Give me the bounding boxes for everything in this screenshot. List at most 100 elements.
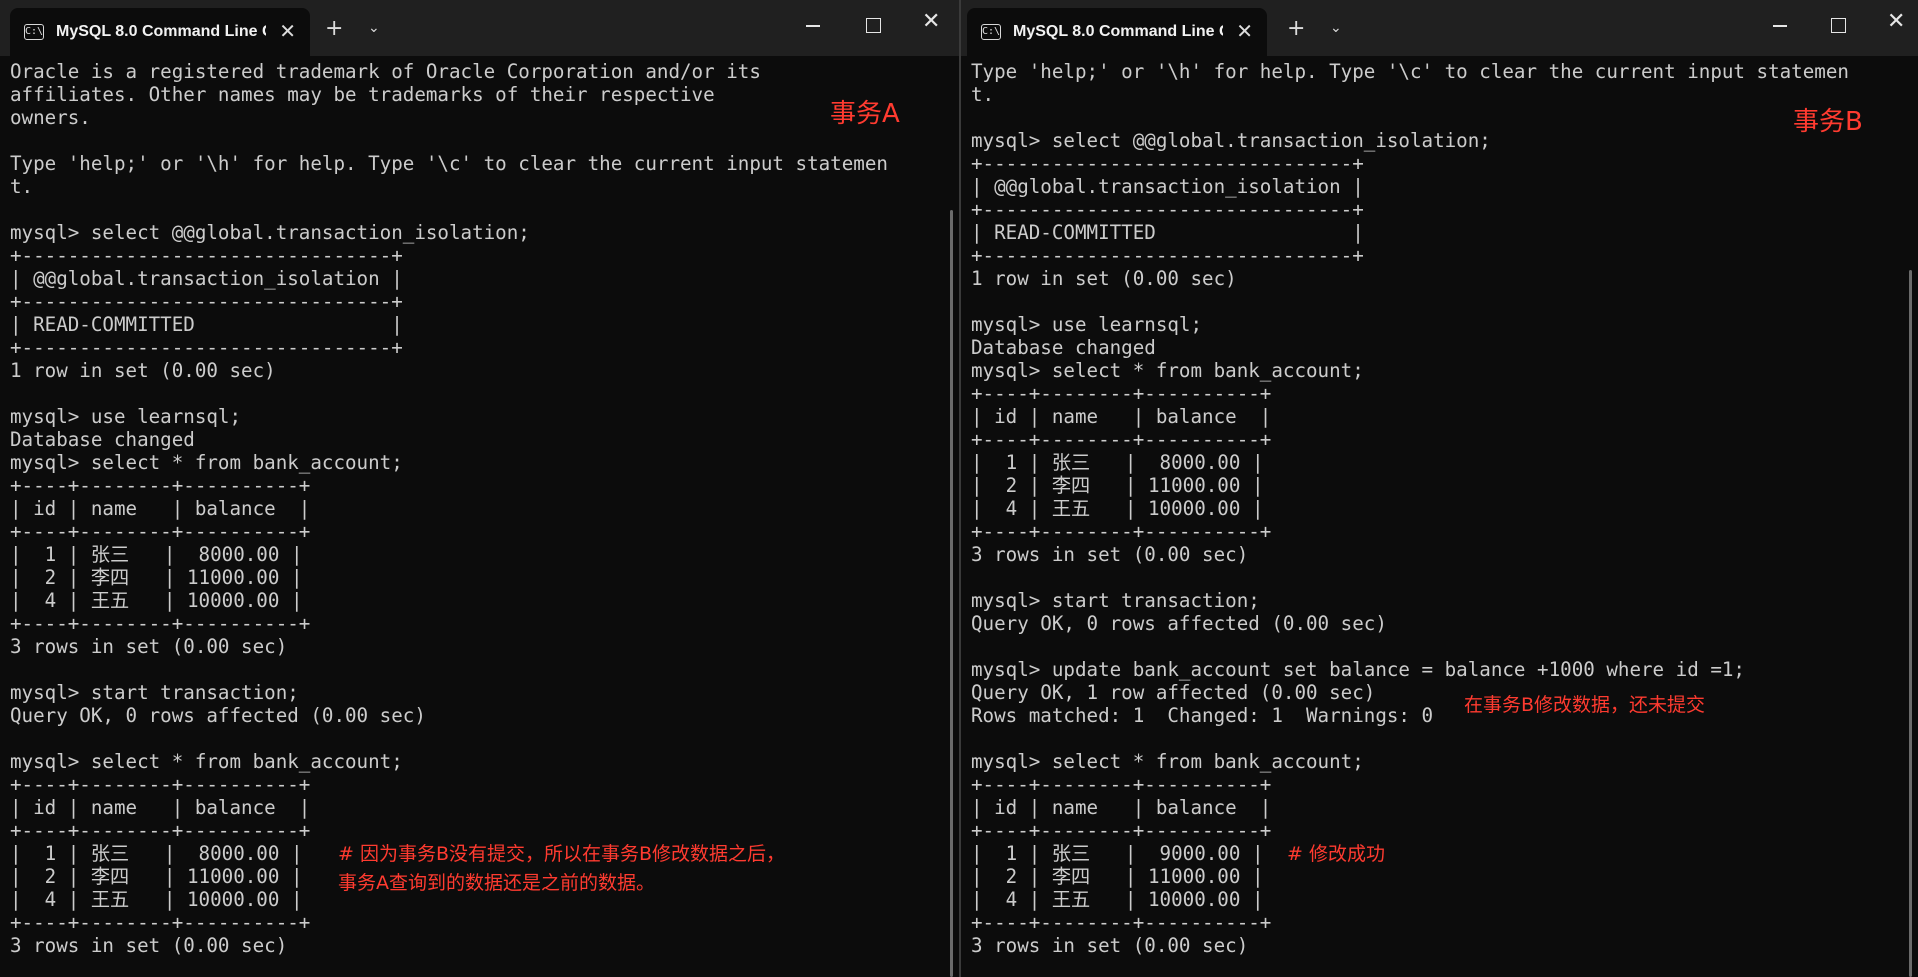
terminal-window-a: C:\ MySQL 8.0 Command Line C ✕ + ⌄ ✕ Ora… bbox=[0, 0, 959, 977]
terminal-line: +----+--------+----------+ bbox=[10, 773, 311, 796]
terminal-line: | id | name | balance | bbox=[971, 405, 1272, 428]
terminal-line: +----+--------+----------+ bbox=[971, 911, 1272, 934]
terminal-line: Database changed bbox=[10, 428, 195, 451]
terminal-line: +----+--------+----------+ bbox=[10, 612, 311, 635]
terminal-tab[interactable]: C:\ MySQL 8.0 Command Line C ✕ bbox=[10, 8, 310, 56]
tab-title: MySQL 8.0 Command Line C bbox=[56, 23, 266, 40]
new-tab-button[interactable]: + bbox=[325, 16, 343, 42]
terminal-output[interactable]: Type 'help;' or '\h' for help. Type '\c'… bbox=[971, 60, 1898, 977]
terminal-line: mysql> select @@global.transaction_isola… bbox=[971, 129, 1491, 152]
transaction-b-label: 事务B bbox=[1793, 107, 1863, 137]
terminal-line: +----+--------+----------+ bbox=[971, 773, 1272, 796]
terminal-line: | id | name | balance | bbox=[971, 796, 1272, 819]
terminal-line: mysql> select @@global.transaction_isola… bbox=[10, 221, 530, 244]
terminal-line: 1 row in set (0.00 sec) bbox=[10, 359, 276, 382]
terminal-line: | 1 | 张三 | 9000.00 | bbox=[971, 842, 1264, 865]
terminal-line: | 4 | 王五 | 10000.00 | bbox=[971, 497, 1264, 520]
annotation-note: # 因为事务B没有提交，所以在事务B修改数据之后， 事务A查询到的数据还是之前的… bbox=[338, 840, 785, 898]
minimize-button[interactable] bbox=[806, 14, 822, 36]
terminal-line: mysql> select * from bank_account; bbox=[10, 451, 403, 474]
terminal-line: | 1 | 张三 | 8000.00 | bbox=[10, 543, 303, 566]
terminal-line: 1 row in set (0.00 sec) bbox=[971, 267, 1237, 290]
terminal-line: t. bbox=[10, 175, 34, 198]
terminal-line: | READ-COMMITTED | bbox=[971, 221, 1364, 244]
scrollbar[interactable] bbox=[950, 210, 953, 977]
terminal-line: Query OK, 0 rows affected (0.00 sec) bbox=[971, 612, 1387, 635]
close-tab-icon[interactable]: ✕ bbox=[1236, 20, 1253, 42]
close-window-button[interactable]: ✕ bbox=[922, 11, 940, 33]
terminal-line: +----+--------+----------+ bbox=[10, 520, 311, 543]
terminal-line: mysql> start transaction; bbox=[10, 681, 299, 704]
terminal-line: +--------------------------------+ bbox=[971, 198, 1364, 221]
terminal-line: +----+--------+----------+ bbox=[10, 819, 311, 842]
maximize-button[interactable] bbox=[866, 18, 881, 33]
terminal-line: mysql> select * from bank_account; bbox=[971, 359, 1364, 382]
minimize-button[interactable] bbox=[1773, 14, 1789, 36]
terminal-line: Database changed bbox=[971, 336, 1156, 359]
terminal-line: | @@global.transaction_isolation | bbox=[10, 267, 403, 290]
terminal-window-b: C:\ MySQL 8.0 Command Line C ✕ + ⌄ ✕ Typ… bbox=[961, 0, 1918, 977]
terminal-line: +----+--------+----------+ bbox=[971, 382, 1272, 405]
transaction-a-label: 事务A bbox=[830, 99, 900, 129]
success-annotation: # 修改成功 bbox=[1287, 843, 1385, 865]
terminal-line: Rows matched: 1 Changed: 1 Warnings: 0 bbox=[971, 704, 1434, 727]
chevron-down-icon[interactable]: ⌄ bbox=[368, 20, 380, 36]
terminal-tab[interactable]: C:\ MySQL 8.0 Command Line C ✕ bbox=[967, 8, 1267, 56]
terminal-line: | id | name | balance | bbox=[10, 796, 311, 819]
terminal-line: mysql> select * from bank_account; bbox=[971, 750, 1364, 773]
terminal-line: | id | name | balance | bbox=[10, 497, 311, 520]
terminal-line: | 2 | 李四 | 11000.00 | bbox=[971, 474, 1264, 497]
terminal-line: | 1 | 张三 | 8000.00 | bbox=[971, 451, 1264, 474]
terminal-line: +----+--------+----------+ bbox=[10, 911, 311, 934]
terminal-line: | 2 | 李四 | 11000.00 | bbox=[971, 865, 1264, 888]
terminal-line: Type 'help;' or '\h' for help. Type '\c'… bbox=[971, 60, 1849, 83]
update-annotation: 在事务B修改数据，还未提交 bbox=[1464, 694, 1706, 716]
annotation-line: 事务A查询到的数据还是之前的数据。 bbox=[338, 872, 655, 894]
terminal-line: 3 rows in set (0.00 sec) bbox=[10, 934, 288, 957]
terminal-line: +----+--------+----------+ bbox=[10, 474, 311, 497]
terminal-line: Query OK, 1 row affected (0.00 sec) bbox=[971, 681, 1376, 704]
chevron-down-icon[interactable]: ⌄ bbox=[1330, 20, 1342, 36]
terminal-line: +----+--------+----------+ bbox=[971, 520, 1272, 543]
terminal-line: | 2 | 李四 | 11000.00 | bbox=[10, 566, 303, 589]
terminal-line: | 4 | 王五 | 10000.00 | bbox=[971, 888, 1264, 911]
terminal-line: 3 rows in set (0.00 sec) bbox=[10, 635, 288, 658]
terminal-line: | READ-COMMITTED | bbox=[10, 313, 403, 336]
terminal-line: Query OK, 0 rows affected (0.00 sec) bbox=[10, 704, 426, 727]
terminal-line: +----+--------+----------+ bbox=[971, 819, 1272, 842]
terminal-line: +--------------------------------+ bbox=[971, 244, 1364, 267]
terminal-line: mysql> use learnsql; bbox=[10, 405, 242, 428]
terminal-line: +--------------------------------+ bbox=[10, 336, 403, 359]
close-window-button[interactable]: ✕ bbox=[1887, 11, 1905, 33]
terminal-line: t. bbox=[971, 83, 995, 106]
terminal-line: affiliates. Other names may be trademark… bbox=[10, 83, 715, 106]
terminal-line: +--------------------------------+ bbox=[971, 152, 1364, 175]
terminal-line: mysql> update bank_account set balance =… bbox=[971, 658, 1745, 681]
terminal-line: Type 'help;' or '\h' for help. Type '\c'… bbox=[10, 152, 888, 175]
terminal-icon: C:\ bbox=[24, 24, 44, 40]
scrollbar[interactable] bbox=[1909, 270, 1912, 977]
terminal-line: | @@global.transaction_isolation | bbox=[971, 175, 1364, 198]
terminal-icon: C:\ bbox=[981, 24, 1001, 40]
terminal-line: 3 rows in set (0.00 sec) bbox=[971, 934, 1249, 957]
terminal-line: mysql> start transaction; bbox=[971, 589, 1260, 612]
terminal-line: Oracle is a registered trademark of Orac… bbox=[10, 60, 761, 83]
tab-title: MySQL 8.0 Command Line C bbox=[1013, 23, 1223, 40]
terminal-line: mysql> select * from bank_account; bbox=[10, 750, 403, 773]
terminal-line: 3 rows in set (0.00 sec) bbox=[971, 543, 1249, 566]
new-tab-button[interactable]: + bbox=[1287, 16, 1305, 42]
close-tab-icon[interactable]: ✕ bbox=[279, 20, 296, 42]
terminal-line: mysql> use learnsql; bbox=[971, 313, 1203, 336]
terminal-line: owners. bbox=[10, 106, 91, 129]
maximize-button[interactable] bbox=[1831, 18, 1846, 33]
terminal-line: +--------------------------------+ bbox=[10, 244, 403, 267]
